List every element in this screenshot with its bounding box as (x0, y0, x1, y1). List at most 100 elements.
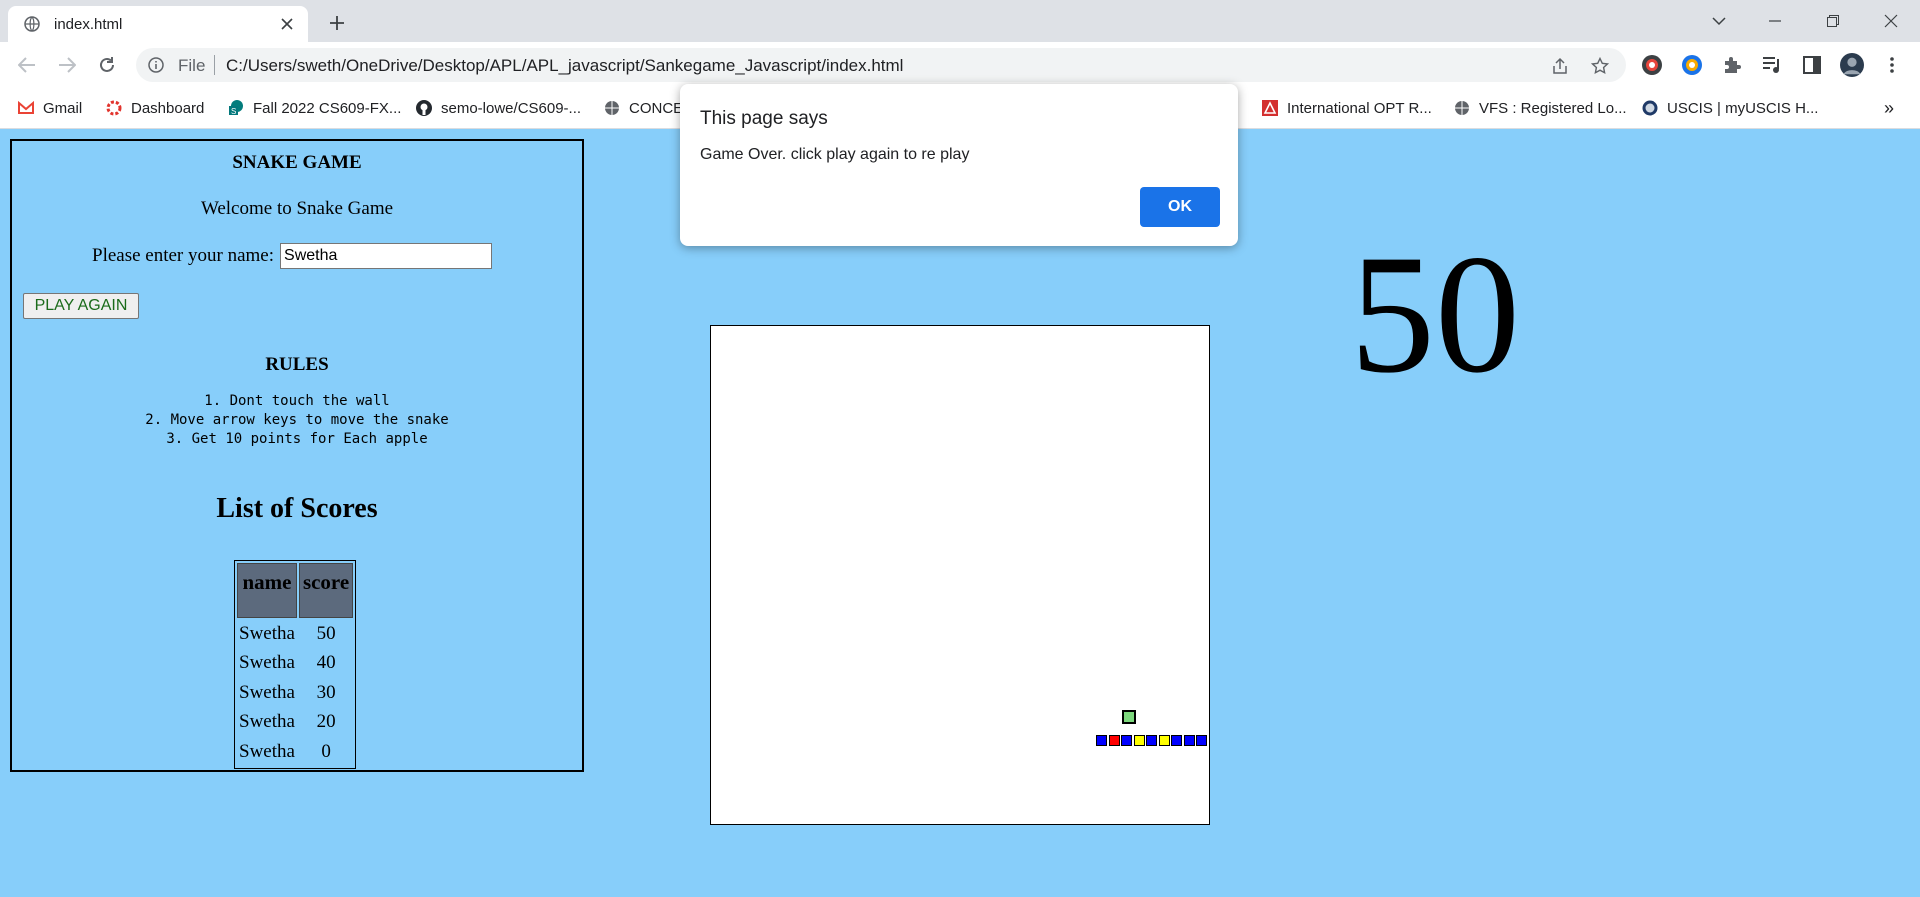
uscis-seal-icon (1642, 100, 1658, 116)
snake-segment (1133, 735, 1145, 746)
restore-icon[interactable] (1810, 6, 1856, 36)
bookmark-fall-2022[interactable]: S Fall 2022 CS609-FX... (228, 96, 401, 120)
bookmark-conce[interactable]: CONCE (604, 96, 683, 120)
share-icon[interactable] (1550, 56, 1570, 76)
bookmark-label: International OPT R... (1287, 99, 1432, 117)
globe-icon (605, 101, 619, 115)
current-score: 50 (1350, 220, 1520, 408)
bookmark-gmail[interactable]: Gmail (18, 96, 82, 120)
bookmark-vfs[interactable]: VFS : Registered Lo... (1454, 96, 1627, 120)
score-value-cell: 20 (316, 711, 336, 733)
rule-item: 3. Get 10 points for Each apple (166, 431, 428, 447)
scores-title: List of Scores (216, 493, 378, 524)
name-input[interactable] (280, 243, 493, 269)
welcome-text: Welcome to Snake Game (200, 198, 394, 219)
table-header-row: name score (237, 563, 354, 618)
minimize-icon[interactable] (1752, 6, 1798, 36)
bookmark-international-opt[interactable]: International OPT R... (1262, 96, 1432, 120)
address-url[interactable]: C:/Users/sweth/OneDrive/Desktop/APL/APL_… (226, 56, 903, 76)
score-name-cell: Swetha (239, 740, 295, 762)
opt-icon (1262, 100, 1278, 116)
tab-strip: index.html (0, 0, 1920, 42)
reload-icon[interactable] (92, 50, 122, 80)
score-value-cell: 40 (316, 652, 336, 674)
extension-icon-1[interactable] (1640, 53, 1664, 77)
table-row: Swetha 50 (237, 620, 353, 648)
alert-dialog: This page says Game Over. click play aga… (680, 84, 1238, 246)
scores-table: name score Swetha 50 Swetha 40 Swetha 30… (234, 560, 357, 769)
ok-button[interactable]: OK (1140, 187, 1220, 227)
extension-icon-2[interactable] (1680, 53, 1704, 77)
address-separator (214, 55, 215, 75)
canvas-icon (106, 100, 122, 116)
score-value-cell: 30 (316, 681, 336, 703)
close-tab-icon[interactable] (278, 15, 296, 33)
github-icon (416, 100, 432, 116)
tab-search-chevron-icon[interactable] (1696, 6, 1742, 36)
game-title: SNAKE GAME (232, 152, 362, 173)
rule-item: 2. Move arrow keys to move the snake (145, 412, 449, 428)
snake-segment (1183, 735, 1195, 746)
score-name-cell: Swetha (239, 622, 295, 644)
media-queue-icon[interactable] (1760, 53, 1784, 77)
address-scheme: File (178, 56, 206, 75)
sharepoint-icon: S (229, 100, 243, 116)
snake-segment (1146, 735, 1157, 746)
gmail-icon (18, 100, 34, 114)
address-bar[interactable]: File C:/Users/sweth/OneDrive/Desktop/APL… (136, 48, 1626, 82)
back-arrow-icon[interactable] (12, 50, 42, 80)
dialog-title: This page says (700, 108, 828, 129)
snake-segment (1171, 735, 1182, 746)
snake-segment (1121, 735, 1132, 746)
snake-segment (1196, 735, 1207, 746)
bookmark-dashboard[interactable]: Dashboard (106, 96, 204, 120)
tab-index-html[interactable]: index.html (8, 6, 308, 42)
bookmark-label: VFS : Registered Lo... (1479, 99, 1627, 117)
rule-item: 1. Dont touch the wall (204, 393, 390, 409)
game-canvas[interactable] (710, 325, 1210, 825)
bookmark-label: CONCE (629, 99, 684, 117)
game-panel: SNAKE GAME Welcome to Snake Game Please … (10, 139, 584, 772)
score-name-cell: Swetha (239, 711, 295, 733)
play-again-button[interactable]: PLAY AGAIN (23, 293, 139, 319)
bookmarks-overflow[interactable]: » (1884, 96, 1894, 120)
name-label: Please enter your name: (92, 245, 275, 266)
score-name-cell: Swetha (239, 681, 295, 703)
bookmark-uscis[interactable]: USCIS | myUSCIS H... (1642, 96, 1818, 120)
table-row: Swetha 40 (237, 650, 353, 678)
rules-title: RULES (265, 354, 329, 375)
name-row: Please enter your name: (92, 243, 493, 269)
snake-segment (1108, 735, 1120, 746)
table-row: Swetha 30 (237, 679, 353, 707)
bookmark-label: Gmail (43, 99, 83, 117)
rules-list: 1. Dont touch the wall 2. Move arrow key… (12, 392, 582, 449)
puzzle-extensions-icon[interactable] (1720, 53, 1744, 77)
dialog-message: Game Over. click play again to re play (700, 146, 970, 163)
info-icon[interactable] (148, 57, 164, 73)
forward-arrow-icon[interactable] (52, 50, 82, 80)
more-menu-icon[interactable] (1880, 53, 1904, 77)
browser-toolbar: File C:/Users/sweth/OneDrive/Desktop/APL… (0, 42, 1920, 88)
new-tab-button[interactable] (324, 10, 350, 36)
tab-title: index.html (54, 15, 123, 33)
svg-text:S: S (231, 107, 236, 116)
table-row: Swetha 20 (237, 709, 353, 737)
snake-segment (1158, 735, 1170, 746)
apple (1122, 710, 1136, 724)
bookmark-label: Fall 2022 CS609-FX... (253, 99, 402, 117)
score-name-cell: Swetha (239, 652, 295, 674)
snake-segment (1096, 735, 1107, 746)
bookmark-label: semo-lowe/CS609-... (441, 99, 582, 117)
bookmark-semo-lowe[interactable]: semo-lowe/CS609-... (416, 96, 581, 120)
side-panel-icon[interactable] (1800, 53, 1824, 77)
table-row: Swetha 0 (237, 738, 353, 766)
profile-avatar-icon[interactable] (1840, 53, 1864, 77)
globe-icon (1455, 101, 1469, 115)
column-header-name: name (237, 563, 297, 618)
bookmark-label: Dashboard (131, 99, 205, 117)
score-value-cell: 50 (316, 622, 336, 644)
bookmark-star-icon[interactable] (1590, 56, 1610, 76)
score-value-cell: 0 (321, 740, 331, 762)
globe-icon (24, 16, 40, 32)
close-window-icon[interactable] (1868, 6, 1914, 36)
